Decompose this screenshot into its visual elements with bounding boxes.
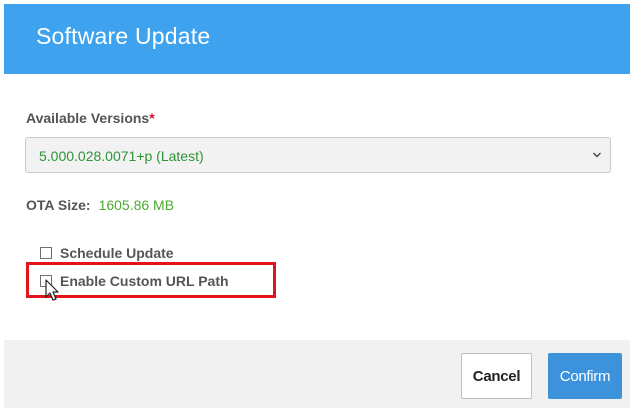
ota-size-label: OTA Size: (26, 197, 91, 213)
dialog-footer (4, 340, 630, 408)
available-versions-label-text: Available Versions (26, 110, 150, 126)
version-select[interactable]: 5.000.028.0071+p (Latest) (25, 137, 611, 173)
ota-size-value: 1605.86 MB (98, 197, 175, 213)
dialog-header: Software Update (4, 4, 630, 74)
available-versions-label: Available Versions* (26, 110, 155, 126)
confirm-button[interactable]: Confirm (548, 353, 622, 399)
version-select-value: 5.000.028.0071+p (Latest) (39, 148, 204, 164)
highlight-box (26, 262, 276, 298)
schedule-update-checkbox[interactable] (40, 247, 52, 259)
mouse-cursor-icon (45, 279, 59, 301)
schedule-update-label[interactable]: Schedule Update (60, 245, 174, 261)
cancel-button[interactable]: Cancel (461, 353, 532, 399)
chevron-down-icon (593, 152, 601, 158)
schedule-update-option[interactable]: Schedule Update (40, 244, 174, 262)
ota-size: OTA Size: 1605.86 MB (26, 197, 174, 213)
required-indicator: * (149, 110, 155, 126)
dialog-title: Software Update (36, 23, 211, 49)
